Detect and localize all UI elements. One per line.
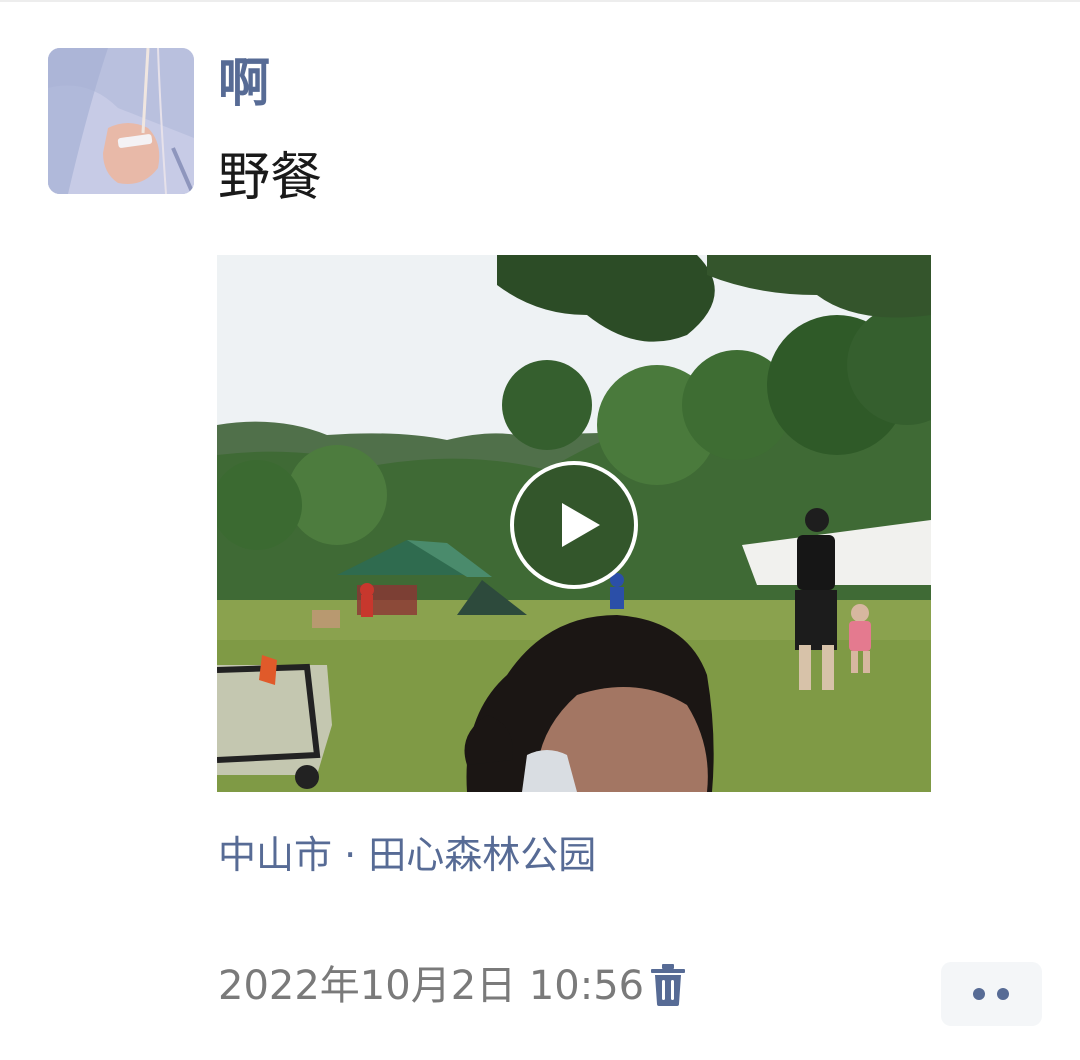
video-thumbnail[interactable] bbox=[217, 255, 931, 792]
play-icon bbox=[562, 503, 600, 547]
play-button[interactable] bbox=[510, 461, 638, 589]
top-divider bbox=[0, 0, 1080, 2]
author-name[interactable]: 啊 bbox=[218, 58, 270, 110]
post-timestamp: 2022年10月2日 10:56 bbox=[218, 963, 645, 1009]
more-dots-icon bbox=[973, 988, 1009, 1000]
more-button[interactable] bbox=[941, 962, 1042, 1026]
avatar[interactable] bbox=[48, 48, 194, 194]
trash-icon bbox=[651, 964, 685, 1006]
location-link[interactable]: 中山市 · 田心森林公园 bbox=[218, 836, 596, 874]
delete-button[interactable] bbox=[650, 964, 686, 1006]
post-text: 野餐 bbox=[218, 148, 323, 208]
